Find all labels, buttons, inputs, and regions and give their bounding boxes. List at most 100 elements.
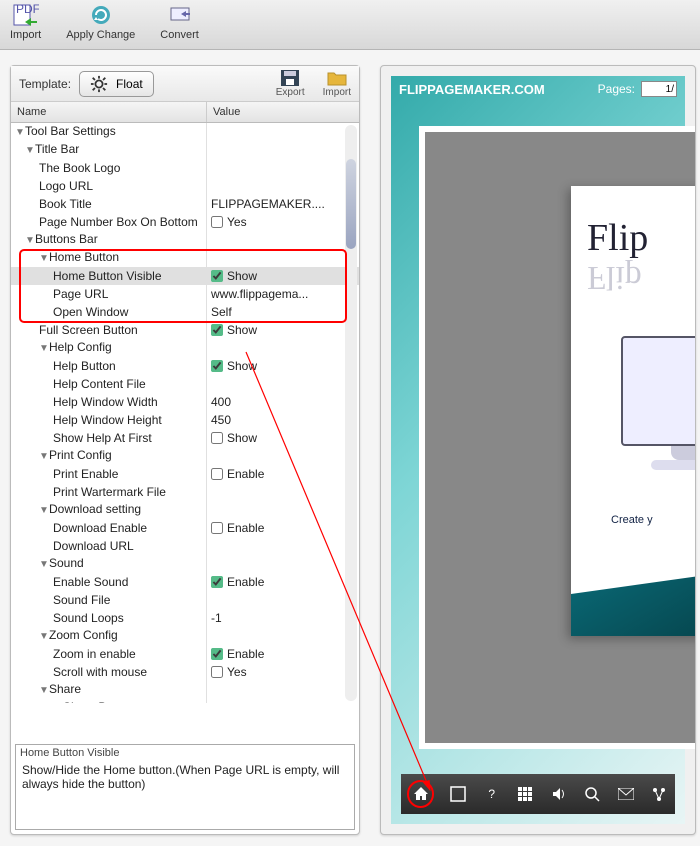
apply-label: Apply Change	[66, 29, 135, 41]
cb-home-visible[interactable]	[211, 270, 223, 282]
node-title-bar[interactable]: Title Bar	[35, 142, 79, 156]
node-show-help-first[interactable]: Show Help At First	[53, 431, 152, 445]
home-highlight-circle	[407, 780, 434, 808]
cb-enable-sound[interactable]	[211, 576, 223, 588]
share-button[interactable]	[650, 784, 670, 804]
val-sound-loops[interactable]: -1	[207, 609, 359, 627]
node-book-title[interactable]: Book Title	[39, 197, 92, 211]
node-page-url[interactable]: Page URL	[53, 287, 108, 301]
preview-header: FLIPPAGEMAKER.COM Pages:	[391, 76, 685, 102]
share-icon	[651, 786, 667, 802]
cb-show-help-first[interactable]	[211, 432, 223, 444]
node-enable-sound[interactable]: Enable Sound	[53, 575, 128, 589]
pages-label: Pages:	[598, 82, 635, 96]
convert-button[interactable]: Convert	[160, 3, 199, 46]
apply-change-button[interactable]: Apply Change	[66, 3, 135, 46]
import-settings-button[interactable]: Import	[323, 69, 351, 98]
import-button[interactable]: PDF Import	[10, 3, 41, 46]
help-button[interactable]: ?	[482, 784, 502, 804]
fullscreen-button[interactable]	[448, 784, 468, 804]
viewer-toolbar: ?	[401, 774, 675, 814]
node-help-w[interactable]: Help Window Width	[53, 395, 158, 409]
node-logo-url[interactable]: Logo URL	[39, 179, 93, 193]
cb-scroll-mouse[interactable]	[211, 666, 223, 678]
settings-tree[interactable]: ▼Tool Bar Settings ▼Title Bar The Book L…	[11, 123, 359, 703]
node-page-num-box[interactable]: Page Number Box On Bottom	[39, 215, 198, 229]
scroll-thumb[interactable]	[346, 159, 356, 249]
import-label2: Import	[323, 87, 351, 98]
desc-title: Home Button Visible	[16, 745, 354, 761]
val-book-title[interactable]: FLIPPAGEMAKER....	[207, 195, 359, 213]
page-headline-reflect: Flip	[587, 258, 642, 296]
node-download-url[interactable]: Download URL	[53, 539, 134, 553]
node-book-logo[interactable]: The Book Logo	[39, 161, 120, 175]
template-name: Float	[116, 77, 143, 91]
node-help-config[interactable]: Help Config	[49, 340, 112, 354]
convert-label: Convert	[160, 29, 199, 41]
app-toolbar: PDF Import Apply Change Convert	[0, 0, 700, 50]
node-zoom-config[interactable]: Zoom Config	[49, 628, 118, 642]
page-cta: Create y	[611, 514, 653, 526]
node-print-enable[interactable]: Print Enable	[53, 467, 118, 481]
monitor-stand	[671, 446, 696, 460]
settings-panel: Template: Float Export Import Name Value…	[10, 65, 360, 835]
floppy-icon	[279, 69, 301, 87]
monitor-graphic	[621, 336, 696, 446]
flip-page[interactable]: Flip Flip Create y	[571, 186, 696, 636]
cb-zoom-in[interactable]	[211, 648, 223, 660]
export-label: Export	[276, 87, 305, 98]
node-print-config[interactable]: Print Config	[49, 448, 112, 462]
node-sound-file[interactable]: Sound File	[53, 593, 110, 607]
node-share-button[interactable]: Share Button	[63, 700, 133, 703]
node-sound-loops[interactable]: Sound Loops	[53, 611, 124, 625]
grid-header: Name Value	[11, 102, 359, 123]
sound-button[interactable]	[549, 784, 569, 804]
node-home-button[interactable]: Home Button	[49, 250, 119, 264]
node-help-button[interactable]: Help Button	[53, 359, 116, 373]
email-button[interactable]	[616, 784, 636, 804]
home-button[interactable]	[411, 784, 431, 804]
node-home-visible[interactable]: Home Button Visible	[53, 269, 162, 283]
node-zoom-in[interactable]: Zoom in enable	[53, 647, 136, 661]
preview-panel: FLIPPAGEMAKER.COM Pages: Flip Flip Creat…	[380, 65, 696, 835]
folder-open-icon	[326, 69, 348, 87]
grid-icon	[517, 786, 533, 802]
cb-page-num[interactable]	[211, 216, 223, 228]
zoom-icon	[584, 786, 600, 802]
node-buttons-bar[interactable]: Buttons Bar	[35, 232, 98, 246]
monitor-foot	[651, 460, 696, 470]
export-settings-button[interactable]: Export	[276, 69, 305, 98]
node-download-setting[interactable]: Download setting	[49, 502, 141, 516]
node-download-enable[interactable]: Download Enable	[53, 521, 147, 535]
node-open-window[interactable]: Open Window	[53, 305, 128, 319]
node-help-h[interactable]: Help Window Height	[53, 413, 162, 427]
page-headline: Flip	[587, 216, 648, 260]
node-help-content[interactable]: Help Content File	[53, 377, 146, 391]
cb-full-screen[interactable]	[211, 324, 223, 336]
val-help-w[interactable]: 400	[207, 393, 359, 411]
cb-help-button[interactable]	[211, 360, 223, 372]
template-select-button[interactable]: Float	[79, 71, 154, 97]
node-sound[interactable]: Sound	[49, 556, 84, 570]
preview-area: FLIPPAGEMAKER.COM Pages: Flip Flip Creat…	[391, 76, 685, 824]
cb-print-enable[interactable]	[211, 468, 223, 480]
col-value-header[interactable]: Value	[207, 102, 359, 122]
description-box: Home Button Visible Show/Hide the Home b…	[15, 744, 355, 830]
cb-download-enable[interactable]	[211, 522, 223, 534]
col-name-header[interactable]: Name	[11, 102, 207, 122]
pdf-import-icon: PDF	[12, 3, 40, 27]
val-help-h[interactable]: 450	[207, 411, 359, 429]
node-scroll-mouse[interactable]: Scroll with mouse	[53, 665, 147, 679]
desc-text: Show/Hide the Home button.(When Page URL…	[16, 761, 354, 793]
svg-text:PDF: PDF	[16, 4, 39, 16]
node-share[interactable]: Share	[49, 682, 81, 696]
email-icon	[618, 788, 634, 800]
val-page-url[interactable]: www.flippagema...	[207, 285, 359, 303]
pages-input[interactable]	[641, 81, 677, 97]
node-print-wm[interactable]: Print Wartermark File	[53, 485, 166, 499]
node-toolbar-settings[interactable]: Tool Bar Settings	[25, 124, 116, 138]
node-full-screen[interactable]: Full Screen Button	[39, 323, 138, 337]
thumbnails-button[interactable]	[515, 784, 535, 804]
zoom-button[interactable]	[582, 784, 602, 804]
tree-scrollbar[interactable]	[345, 125, 357, 701]
